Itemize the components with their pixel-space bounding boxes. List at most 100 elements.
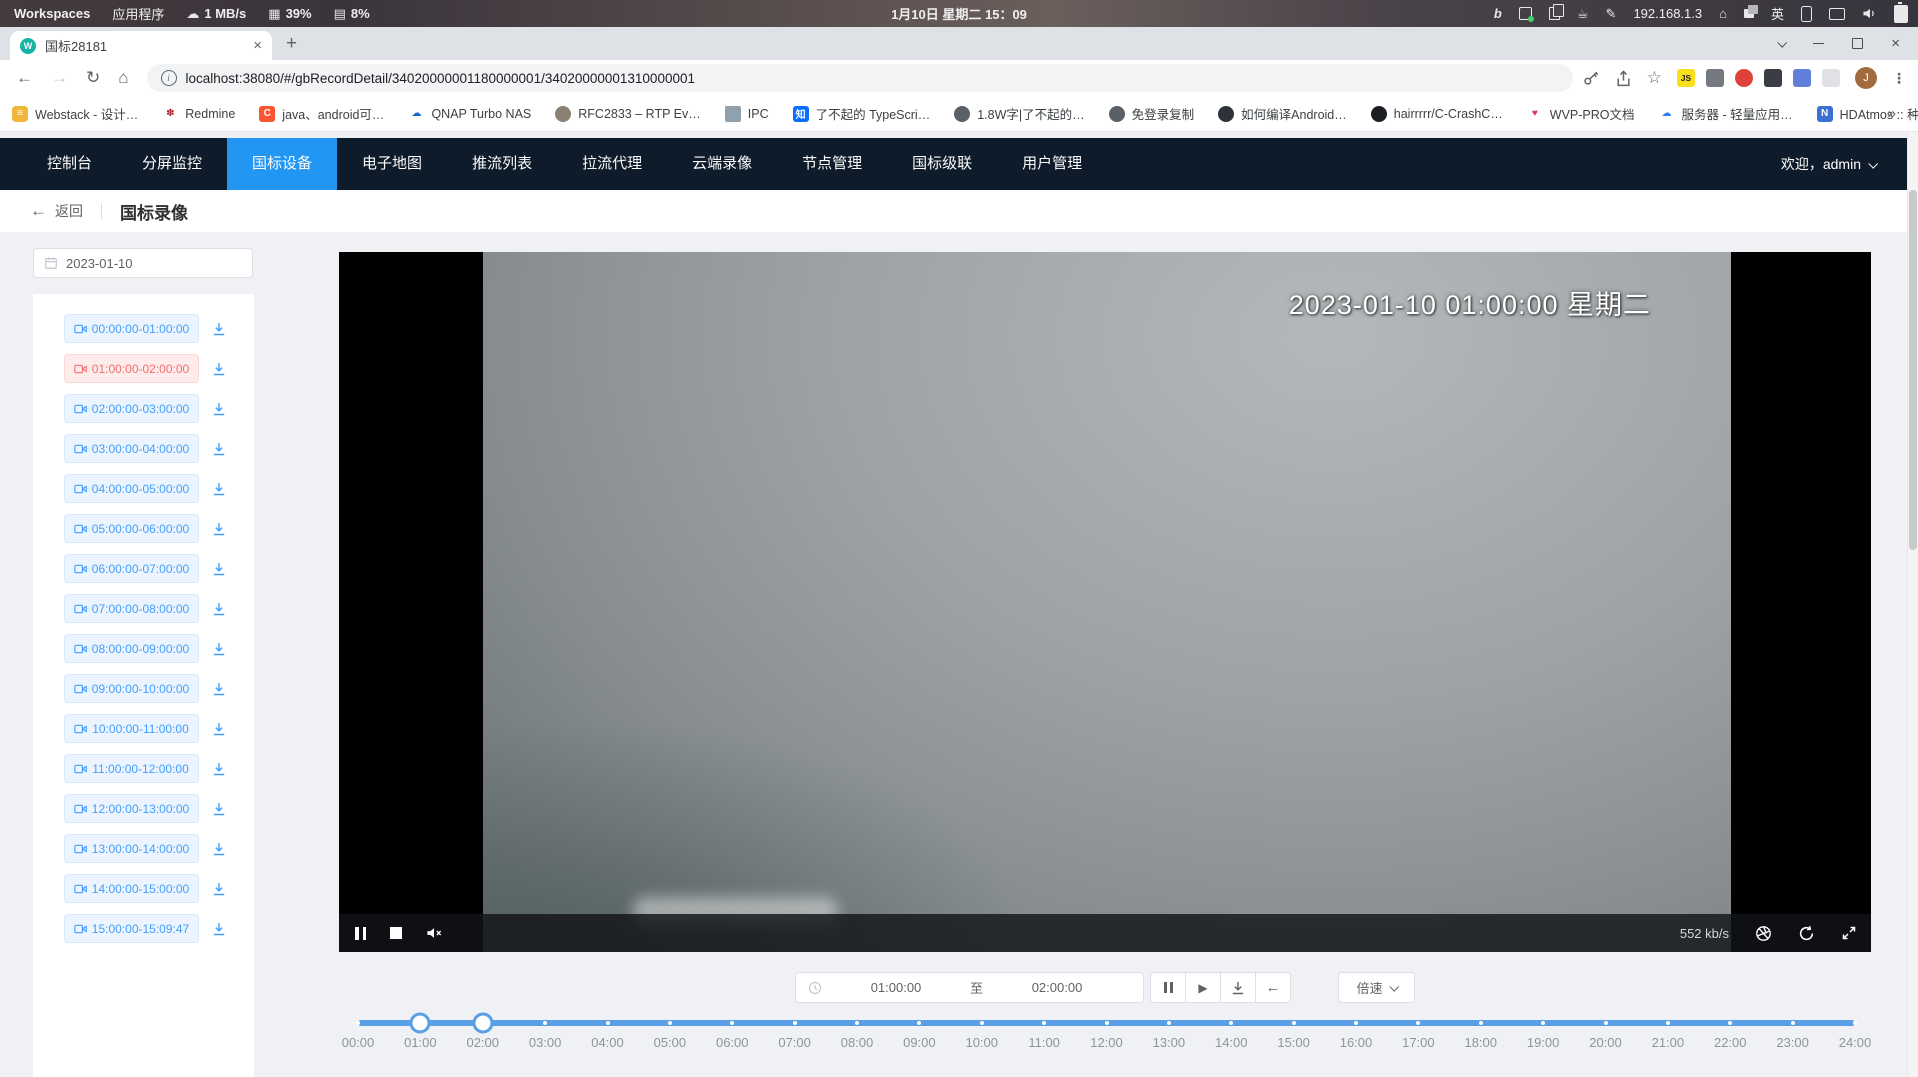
end-time-value[interactable]: 02:00:00 (983, 980, 1131, 995)
back-button[interactable]: ← (16, 68, 33, 88)
bookmark-item[interactable]: ☁ 服务器 - 轻量应用… (1659, 104, 1793, 123)
bookmark-item[interactable]: 1.8W字|了不起的… (954, 104, 1084, 123)
download-segment-button[interactable] (212, 402, 226, 416)
recording-segment-button[interactable]: 03:00:00-04:00:00 (64, 434, 199, 463)
download-segment-button[interactable] (212, 602, 226, 616)
recording-segment-button[interactable]: 09:00:00-10:00:00 (64, 674, 199, 703)
volume-icon[interactable] (1862, 7, 1877, 20)
user-menu[interactable]: 欢迎，admin (1781, 138, 1918, 190)
fullscreen-icon[interactable] (1841, 925, 1857, 941)
applications-menu[interactable]: 应用程序 (112, 4, 164, 23)
back-arrow-icon[interactable]: ← (30, 201, 47, 221)
video-surface[interactable] (483, 252, 1731, 952)
download-segment-button[interactable] (212, 562, 226, 576)
mute-icon[interactable] (426, 926, 443, 940)
snapshot-shutter-icon[interactable] (1755, 925, 1772, 942)
bookmark-item[interactable]: IPC (725, 106, 769, 122)
new-tab-button[interactable]: + (286, 34, 297, 53)
bookmarks-overflow-button[interactable]: » (1888, 105, 1904, 122)
download-button[interactable] (1220, 972, 1256, 1003)
home-button[interactable]: ⌂ (118, 68, 128, 88)
recording-segment-button[interactable]: 11:00:00-12:00:00 (64, 754, 199, 783)
recording-segment-button[interactable]: 04:00:00-05:00:00 (64, 474, 199, 503)
maximize-icon[interactable] (1852, 38, 1863, 49)
minimize-icon[interactable] (1813, 43, 1824, 44)
bookmark-item[interactable]: 如何编译Android… (1218, 104, 1347, 123)
bookmark-item[interactable]: RFC2833 – RTP Ev… (555, 106, 701, 122)
playback-speed-button[interactable]: 倍速 (1338, 972, 1415, 1003)
bookmark-item[interactable]: hairrrrr/C-CrashC… (1371, 106, 1503, 122)
recording-segment-button[interactable]: 02:00:00-03:00:00 (64, 394, 199, 423)
seek-back-button[interactable]: ← (1255, 972, 1291, 1003)
bookmark-item[interactable]: ☁ QNAP Turbo NAS (408, 106, 531, 122)
bookmark-item[interactable]: 免登录复制 (1109, 104, 1195, 123)
search-tray-icon[interactable]: b (1494, 7, 1502, 20)
download-segment-button[interactable] (212, 322, 226, 336)
start-time-value[interactable]: 01:00:00 (822, 980, 970, 995)
close-window-icon[interactable]: × (1891, 35, 1900, 52)
extension-icon[interactable]: JS (1677, 69, 1695, 87)
bookmark-item[interactable]: ♥ WVP-PRO文档 (1527, 104, 1635, 123)
extension-icon[interactable] (1706, 69, 1724, 87)
browser-menu-icon[interactable]: ⋮ (1892, 70, 1906, 87)
download-segment-button[interactable] (212, 682, 226, 696)
pause-icon[interactable] (355, 927, 366, 940)
refresh-icon[interactable] (1798, 925, 1815, 942)
recording-segment-button[interactable]: 06:00:00-07:00:00 (64, 554, 199, 583)
recording-segment-button[interactable]: 10:00:00-11:00:00 (64, 714, 199, 743)
date-picker-input[interactable]: 2023-01-10 (33, 248, 253, 278)
extension-icon[interactable] (1822, 69, 1840, 87)
nav-tab[interactable]: 国标设备 (227, 138, 337, 190)
url-field[interactable]: i localhost:38080/#/gbRecordDetail/34020… (147, 64, 1573, 92)
play-button[interactable]: ▶ (1185, 972, 1221, 1003)
share-icon[interactable] (1615, 70, 1632, 87)
nav-tab[interactable]: 电子地图 (337, 138, 447, 190)
download-segment-button[interactable] (212, 442, 226, 456)
bookmark-star-icon[interactable]: ☆ (1647, 68, 1662, 88)
site-info-icon[interactable]: i (161, 70, 177, 86)
caffeine-icon[interactable]: ☕ (1577, 7, 1589, 20)
clipboard-icon[interactable] (1549, 7, 1560, 20)
recording-segment-button[interactable]: 00:00:00-01:00:00 (64, 314, 199, 343)
nav-tab[interactable]: 节点管理 (777, 138, 887, 190)
back-link[interactable]: 返回 (55, 201, 83, 221)
recording-segment-button[interactable]: 14:00:00-15:00:00 (64, 874, 199, 903)
nav-tab[interactable]: 国标级联 (887, 138, 997, 190)
clock[interactable]: 1月10日 星期二 15：09 (891, 4, 1027, 23)
time-range-input[interactable]: 01:00:00 至 02:00:00 (795, 972, 1144, 1003)
page-scrollbar[interactable] (1907, 132, 1918, 1077)
extension-icon[interactable] (1793, 69, 1811, 87)
workspaces-button[interactable]: Workspaces (14, 6, 90, 21)
recording-segment-button[interactable]: 13:00:00-14:00:00 (64, 834, 199, 863)
pause-button[interactable] (1150, 972, 1186, 1003)
recording-segment-button[interactable]: 12:00:00-13:00:00 (64, 794, 199, 823)
bookmark-item[interactable]: ✽ Redmine (162, 106, 235, 122)
download-segment-button[interactable] (212, 882, 226, 896)
nav-tab[interactable]: 推流列表 (447, 138, 557, 190)
extension-icon[interactable] (1764, 69, 1782, 87)
nav-tab[interactable]: 用户管理 (997, 138, 1107, 190)
download-segment-button[interactable] (212, 642, 226, 656)
nav-tab[interactable]: 控制台 (22, 138, 117, 190)
screenshot-app-icon[interactable] (1519, 7, 1532, 20)
download-segment-button[interactable] (212, 482, 226, 496)
stop-icon[interactable] (390, 927, 402, 939)
download-segment-button[interactable] (212, 362, 226, 376)
bookmark-item[interactable]: ≡ Webstack - 设计… (12, 104, 138, 123)
recording-segment-button[interactable]: 01:00:00-02:00:00 (64, 354, 199, 383)
download-segment-button[interactable] (212, 762, 226, 776)
scrollbar-thumb[interactable] (1909, 190, 1917, 550)
browser-tab[interactable]: W 国标28181 × (10, 31, 272, 60)
nav-tab[interactable]: 云端录像 (667, 138, 777, 190)
download-segment-button[interactable] (212, 802, 226, 816)
download-segment-button[interactable] (212, 722, 226, 736)
bookmark-item[interactable]: 知 了不起的 TypeScri… (793, 104, 931, 123)
recording-segment-button[interactable]: 05:00:00-06:00:00 (64, 514, 199, 543)
phone-icon[interactable] (1801, 6, 1812, 22)
recording-segment-button[interactable]: 15:00:00-15:09:47 (64, 914, 199, 943)
bookmark-item[interactable]: C java、android可… (259, 104, 384, 123)
nav-tab[interactable]: 分屏监控 (117, 138, 227, 190)
windows-stack-icon[interactable] (1744, 9, 1754, 18)
profile-avatar[interactable]: J (1855, 67, 1877, 89)
window-menu-chevron-icon[interactable] (1777, 38, 1787, 48)
